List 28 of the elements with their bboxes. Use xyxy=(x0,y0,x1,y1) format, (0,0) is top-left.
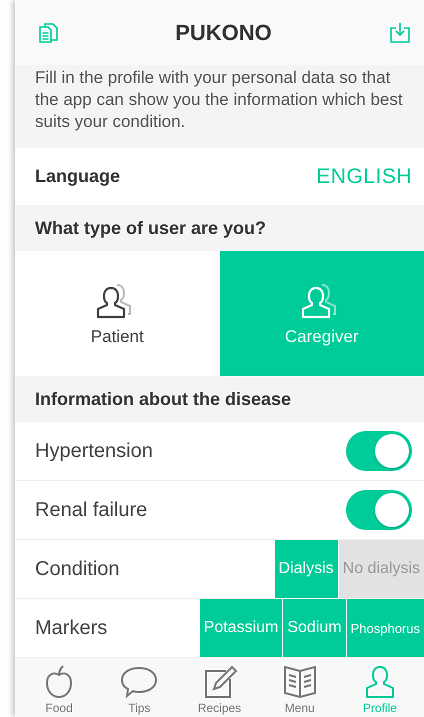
download-icon[interactable] xyxy=(388,20,412,44)
option-button[interactable]: No dialysis xyxy=(338,540,424,598)
section-heading: What type of user are you? xyxy=(34,216,268,240)
open-book-icon xyxy=(282,665,318,699)
intro-text: Fill in the profile with your personal data so that the app can show you the information which best suits your condition. xyxy=(34,67,404,133)
option-button[interactable]: Potassium xyxy=(200,599,282,657)
language-value[interactable]: ENGLISH xyxy=(316,164,412,188)
row-label: Markers xyxy=(35,616,108,640)
section-heading: Information about the disease xyxy=(34,388,292,410)
tab-bar-item[interactable]: Food xyxy=(19,658,100,717)
speech-bubble-icon xyxy=(119,665,160,699)
app-title: PUKONO xyxy=(175,20,272,46)
toggle-switch[interactable] xyxy=(346,431,412,471)
language-row[interactable]: Language ENGLISH xyxy=(15,148,424,205)
row-label: Renal failure xyxy=(35,498,148,522)
user-type-option[interactable]: Caregiver xyxy=(220,251,424,376)
language-label: Language xyxy=(35,166,120,187)
toggle-switch[interactable] xyxy=(346,490,412,530)
tab-bar-item[interactable]: Profile xyxy=(340,658,420,717)
option-button[interactable]: Dialysis xyxy=(274,540,338,598)
row-label: Hypertension xyxy=(35,440,153,462)
option-button[interactable]: Phosphorus xyxy=(346,599,424,657)
row-label: Condition xyxy=(35,558,120,580)
option-button[interactable]: Sodium xyxy=(283,599,346,657)
documents-icon[interactable] xyxy=(37,22,59,44)
tab-bar-item[interactable]: Menu xyxy=(260,658,340,717)
tab-bar-item[interactable]: Tips xyxy=(99,658,180,717)
tab-bar-item[interactable]: Recipes xyxy=(179,658,260,717)
